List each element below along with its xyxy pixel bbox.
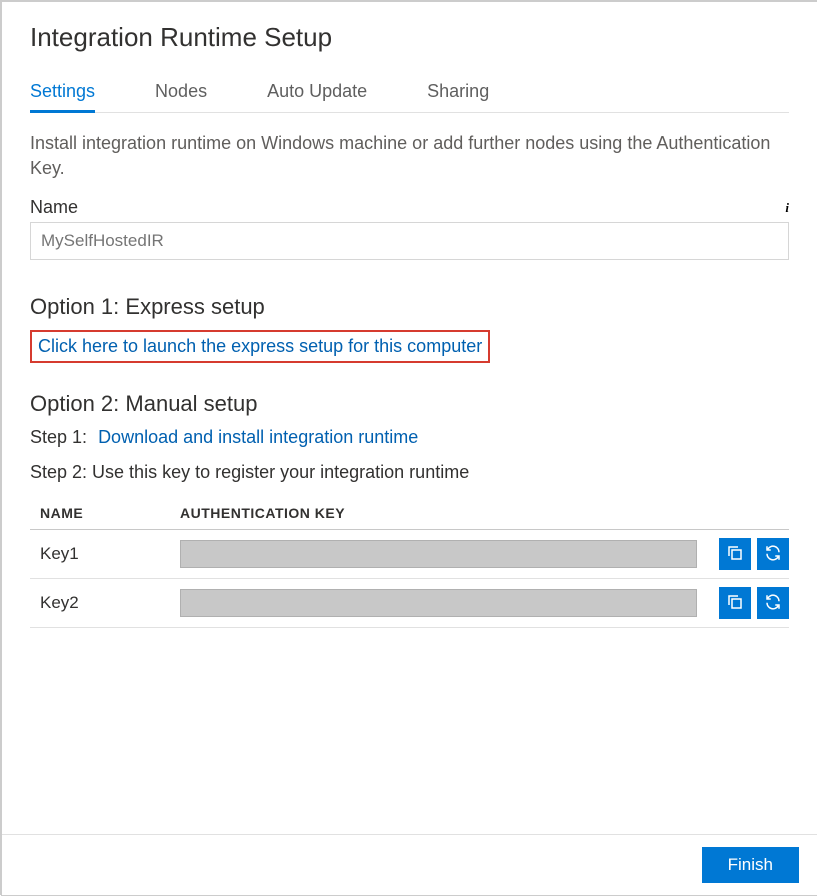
refresh-key-button[interactable] [757, 587, 789, 619]
key-value-field[interactable] [180, 540, 697, 568]
tabs: Settings Nodes Auto Update Sharing [30, 73, 789, 113]
col-auth-header: AUTHENTICATION KEY [170, 497, 707, 530]
refresh-icon [764, 593, 782, 614]
download-runtime-link[interactable]: Download and install integration runtime [98, 427, 418, 447]
option1-header: Option 1: Express setup [30, 294, 789, 320]
name-input[interactable] [30, 222, 789, 260]
refresh-key-button[interactable] [757, 538, 789, 570]
express-setup-link[interactable]: Click here to launch the express setup f… [38, 336, 482, 356]
key-name-cell: Key1 [30, 530, 170, 579]
copy-key-button[interactable] [719, 538, 751, 570]
key-name-cell: Key2 [30, 579, 170, 628]
option2-header: Option 2: Manual setup [30, 391, 789, 417]
keys-table: NAME AUTHENTICATION KEY Key1 [30, 497, 789, 628]
express-setup-highlight: Click here to launch the express setup f… [30, 330, 490, 363]
copy-icon [726, 544, 744, 565]
table-row: Key1 [30, 530, 789, 579]
copy-key-button[interactable] [719, 587, 751, 619]
table-row: Key2 [30, 579, 789, 628]
refresh-icon [764, 544, 782, 565]
key-value-field[interactable] [180, 589, 697, 617]
copy-icon [726, 593, 744, 614]
step2-text: Step 2: Use this key to register your in… [30, 462, 789, 483]
description-text: Install integration runtime on Windows m… [30, 131, 789, 181]
col-name-header: NAME [30, 497, 170, 530]
step1-prefix: Step 1: [30, 427, 87, 447]
tab-settings[interactable]: Settings [30, 73, 95, 112]
page-title: Integration Runtime Setup [30, 22, 789, 53]
footer: Finish [2, 834, 817, 895]
finish-button[interactable]: Finish [702, 847, 799, 883]
name-label: Name [30, 197, 78, 218]
tab-sharing[interactable]: Sharing [427, 73, 489, 112]
info-icon[interactable]: i [775, 201, 789, 215]
tab-nodes[interactable]: Nodes [155, 73, 207, 112]
tab-auto-update[interactable]: Auto Update [267, 73, 367, 112]
